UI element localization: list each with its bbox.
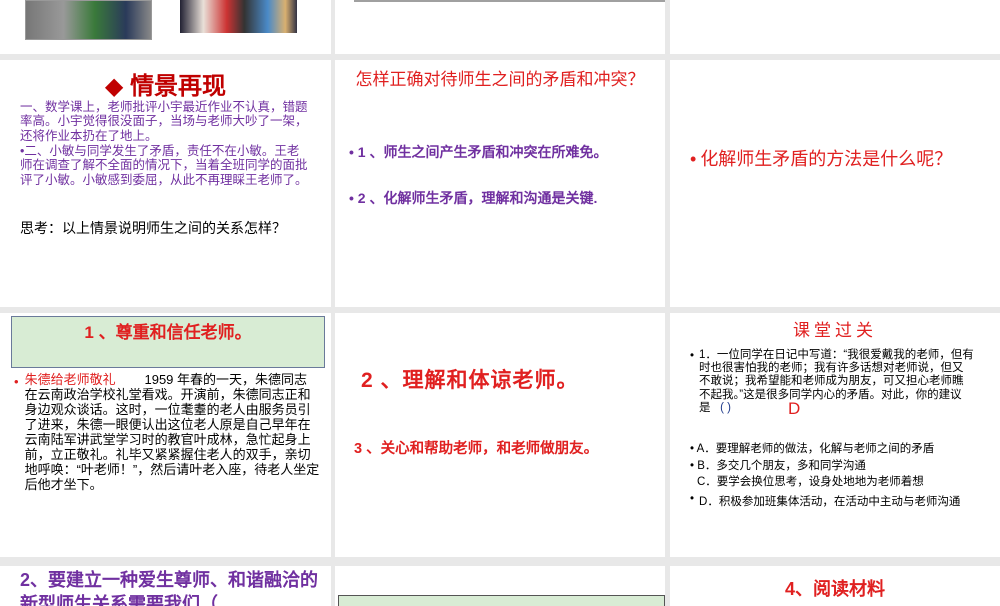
point-2: 2 、理解和体谅老师。: [361, 369, 579, 392]
slide-title: 怎样正确对待师生之间的矛盾和冲突？: [355, 70, 645, 89]
slide-title: 课堂过关: [793, 321, 877, 340]
slide-thumbnail-2[interactable]: [335, 0, 665, 54]
title-box: 1 、尊重和信任老师。: [11, 316, 325, 368]
title-box: [338, 595, 665, 606]
slide-thumbnail-3[interactable]: [670, 0, 1000, 54]
bullet-text: 2 、化解师生矛盾，理解和沟通是关键.: [357, 190, 598, 206]
answer-mark: D: [788, 399, 801, 418]
bullet-1: • 1 、师生之间产生矛盾和冲突在所难免。: [349, 144, 608, 160]
slide-thumbnail-9[interactable]: 课堂过关 • 1．一位同学在日记中写道：“我很爱戴我的老师，但有时也很害怕我的老…: [670, 313, 1000, 557]
option-text: B．多交几个朋友，多和同学沟通: [697, 460, 866, 472]
divider-line: [354, 0, 665, 2]
option-c: C．要学会换位思考，设身处地地为老师着想: [697, 476, 924, 488]
quiz-question: • 1．一位同学在日记中写道：“我很爱戴我的老师，但有时也很害怕我的老师；我有许…: [690, 349, 974, 414]
scenario-2: •二、小敏与同学发生了矛盾，责任不在小敏。王老师在调查了解不全面的情况下，当着全…: [20, 144, 308, 187]
title-text: 情景再现: [130, 73, 227, 100]
slide-title: ◆ 情景再现: [0, 66, 331, 101]
slide-thumbnail-6[interactable]: • 化解师生矛盾的方法是什么呢？: [670, 60, 1000, 307]
point-3: 3 、关心和帮助老师，和老师做朋友。: [354, 441, 599, 457]
story-title: 朱德给老师敬礼: [24, 372, 116, 387]
story-body: 1959 年春的一天，朱德同志在云南政治学校礼堂看戏。开演前，朱德同志正和身边观…: [24, 372, 320, 492]
slide-thumbnail-1[interactable]: [0, 0, 331, 54]
slide-thumbnail-10[interactable]: 2、要建立一种爱生尊师、和谐融洽的新型师生关系需要我们（: [0, 566, 331, 606]
slide-title: 4、阅读材料: [784, 579, 885, 599]
classroom-photo-2: [180, 0, 297, 33]
bullet-2: • 2 、化解师生矛盾，理解和沟通是关键.: [349, 190, 598, 206]
classroom-photo-1: [25, 0, 152, 40]
question-bullet: • 化解师生矛盾的方法是什么呢？: [690, 147, 970, 172]
option-d: • D．积极参加班集体活动，在活动中主动与老师沟通: [690, 493, 961, 508]
option-a: • A．要理解老师的做法，化解与老师之间的矛盾: [690, 443, 935, 455]
slide-thumbnail-8[interactable]: 2 、理解和体谅老师。 3 、关心和帮助老师，和老师做朋友。: [335, 313, 665, 557]
diamond-icon: ◆: [104, 73, 124, 100]
option-text: D．积极参加班集体活动，在活动中主动与老师沟通: [699, 496, 961, 508]
answer-bracket: ( ): [720, 401, 731, 414]
option-text: A．要理解老师的做法，化解与老师之间的矛盾: [696, 443, 935, 455]
scenario-1: 一、数学课上，老师批评小宇最近作业不认真，错题率高。小宇觉得很没面子，当场与老师…: [20, 100, 308, 143]
slide-thumbnail-5[interactable]: 怎样正确对待师生之间的矛盾和冲突？ • 1 、师生之间产生矛盾和冲突在所难免。 …: [335, 60, 665, 307]
slide-thumbnail-12[interactable]: 4、阅读材料: [670, 566, 1000, 606]
question-text: 1．一位同学在日记中写道：“我很爱戴我的老师，但有时也很害怕我的老师；我有许多话…: [699, 349, 974, 414]
bullet-text: 1 、师生之间产生矛盾和冲突在所难免。: [357, 144, 608, 160]
slide-thumbnail-11[interactable]: [335, 566, 665, 606]
bullet-text: 化解师生矛盾的方法是什么呢？: [700, 149, 953, 169]
slide-thumbnail-7[interactable]: 1 、尊重和信任老师。 • 朱德给老师敬礼 1959 年春的一天，朱德同志在云南…: [0, 313, 331, 557]
option-b: • B．多交几个朋友，多和同学沟通: [690, 460, 866, 472]
slide-title: 1 、尊重和信任老师。: [84, 323, 252, 342]
think-question: 思考：以上情景说明师生之间的关系怎样？: [20, 220, 286, 236]
slide-thumbnail-4[interactable]: ◆ 情景再现 一、数学课上，老师批评小宇最近作业不认真，错题率高。小宇觉得很没面…: [0, 60, 331, 307]
slide-title: 2、要建立一种爱生尊师、和谐融洽的新型师生关系需要我们（: [20, 570, 319, 606]
story-bullet: • 朱德给老师敬礼 1959 年春的一天，朱德同志在云南政治学校礼堂看戏。开演前…: [14, 372, 320, 492]
